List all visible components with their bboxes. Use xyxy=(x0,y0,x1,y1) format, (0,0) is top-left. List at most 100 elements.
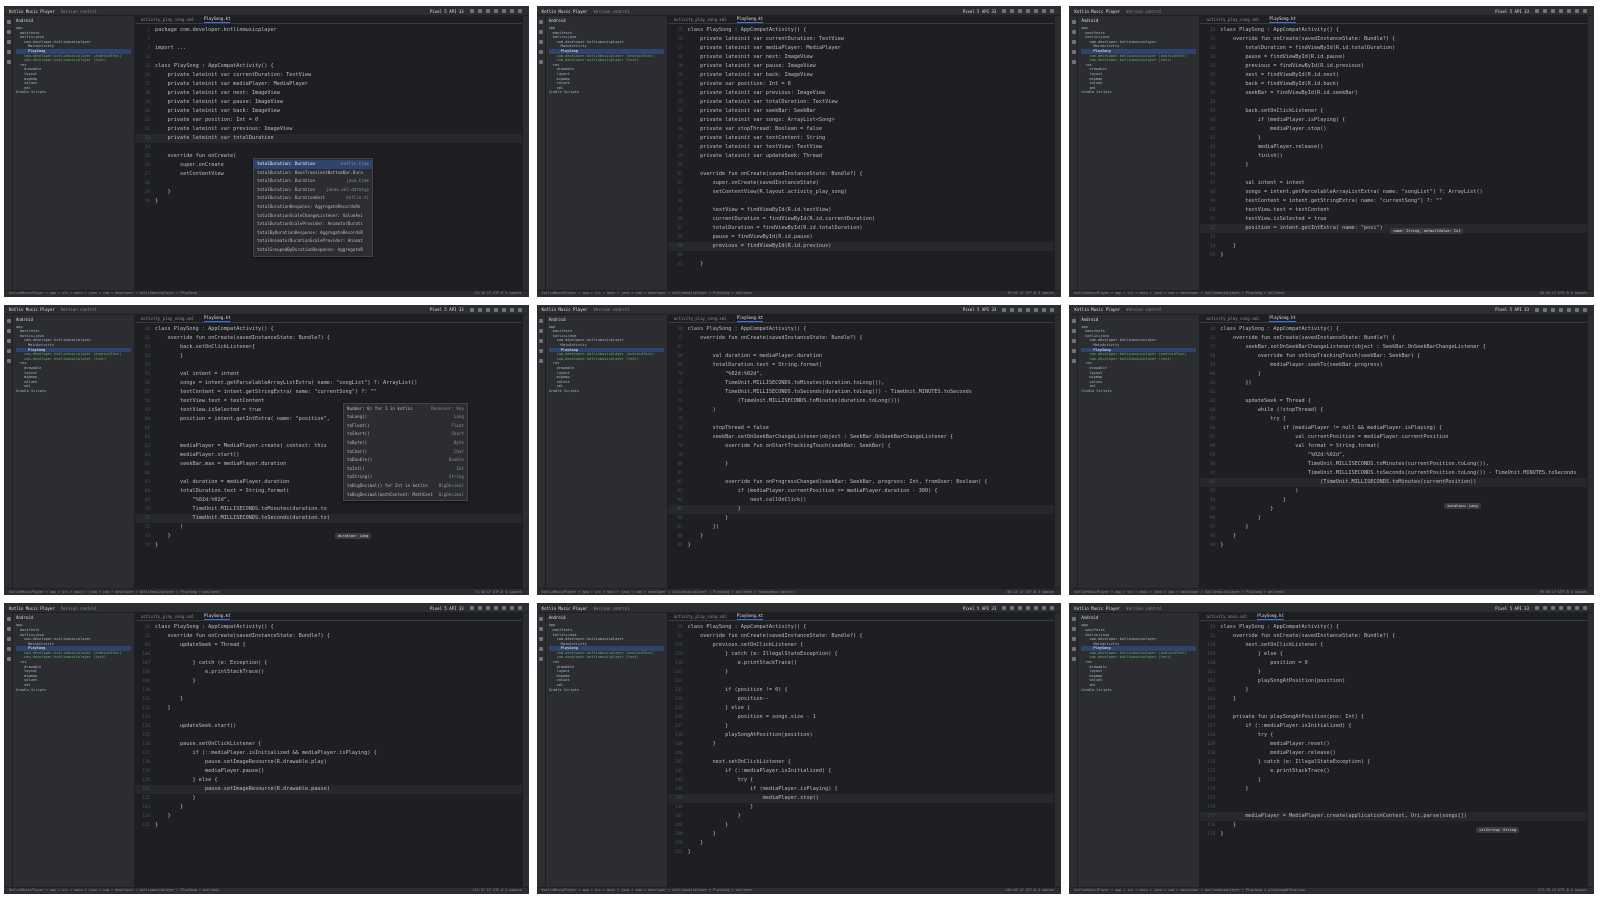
project-panel-title[interactable]: Android xyxy=(16,18,131,23)
breadcrumb[interactable]: KotlinMusicPlayer > app > src > main > j… xyxy=(1074,291,1284,295)
run-configuration[interactable]: Pixel 5 API 33 xyxy=(963,307,997,312)
structure-icon[interactable] xyxy=(1071,338,1076,343)
project-panel-title[interactable]: Android xyxy=(1081,615,1196,620)
project-name[interactable]: Kotlin Music Player xyxy=(542,307,588,312)
code-area[interactable]: 30 class PlaySong : AppCompatActivity() {… xyxy=(667,325,1055,589)
completion-item[interactable]: toDouble() Double xyxy=(344,456,467,465)
code-editor[interactable]: activity_play_song.xml PlaySong.kt 30 class… xyxy=(135,314,522,589)
debug-icon[interactable] xyxy=(1010,9,1015,13)
stop-icon[interactable] xyxy=(485,307,490,312)
run-icon[interactable] xyxy=(1002,9,1007,13)
project-panel-title[interactable]: Android xyxy=(16,317,131,322)
build-variants-icon[interactable] xyxy=(539,358,544,363)
tree-item[interactable]: Gradle Scripts xyxy=(16,389,131,394)
completion-item[interactable]: totalDurationResponse: AggregateRecordsR… xyxy=(254,203,372,212)
completion-popup[interactable]: totalDuration: Duration kotlin.time totalD… xyxy=(253,158,373,257)
search-icon[interactable] xyxy=(1042,307,1047,312)
settings-icon[interactable] xyxy=(517,9,522,13)
build-variants-icon[interactable] xyxy=(539,657,544,662)
settings-icon[interactable] xyxy=(1050,606,1055,611)
run-configuration[interactable]: Pixel 5 API 33 xyxy=(1495,307,1529,312)
project-icon[interactable] xyxy=(6,318,11,323)
sync-icon[interactable] xyxy=(493,606,498,611)
breadcrumb[interactable]: KotlinMusicPlayer > app > src > main > j… xyxy=(9,590,219,594)
commit-icon[interactable] xyxy=(6,627,11,632)
code-area[interactable]: 30 class PlaySong : AppCompatActivity() {… xyxy=(1200,325,1587,589)
settings-icon[interactable] xyxy=(1583,307,1587,312)
project-panel-title[interactable]: Android xyxy=(16,615,131,620)
vcs-branch[interactable]: Version control xyxy=(61,9,97,14)
project-name[interactable]: Kotlin Music Player xyxy=(542,606,588,611)
editor-tab[interactable]: activity_play_song.xml xyxy=(141,614,194,620)
editor-tab[interactable]: activity_main.xml xyxy=(1206,614,1247,620)
breadcrumb[interactable]: KotlinMusicPlayer > app > src > main > j… xyxy=(542,590,795,594)
project-icon[interactable] xyxy=(6,617,11,622)
completion-item[interactable]: toShort() Short xyxy=(344,430,467,439)
debug-icon[interactable] xyxy=(477,606,482,611)
project-panel-title[interactable]: Android xyxy=(1081,317,1196,322)
project-name[interactable]: Kotlin Music Player xyxy=(1074,307,1120,312)
search-icon[interactable] xyxy=(509,307,514,312)
completion-item[interactable]: totalDuration: BaseTransientBottomBar.Du… xyxy=(254,169,372,178)
settings-icon[interactable] xyxy=(1583,9,1587,13)
commit-icon[interactable] xyxy=(539,627,544,632)
commit-icon[interactable] xyxy=(6,328,11,333)
debug-icon[interactable] xyxy=(1543,9,1547,13)
project-icon[interactable] xyxy=(539,318,544,323)
search-icon[interactable] xyxy=(1575,9,1579,13)
editor-tab[interactable]: PlaySong.kt xyxy=(203,315,231,322)
run-configuration[interactable]: Pixel 5 API 33 xyxy=(430,307,464,312)
completion-item[interactable]: totalDuration: Duration kotlin.time xyxy=(254,160,372,169)
project-icon[interactable] xyxy=(539,20,544,24)
caret-position[interactable]: 39:46 LF UTF-8 4 spaces xyxy=(1007,291,1054,295)
breadcrumb[interactable]: KotlinMusicPlayer > app > src > main > j… xyxy=(1074,590,1284,594)
structure-icon[interactable] xyxy=(539,637,544,642)
stop-icon[interactable] xyxy=(485,606,490,611)
run-configuration[interactable]: Pixel 5 API 33 xyxy=(963,9,997,14)
project-icon[interactable] xyxy=(539,617,544,622)
project-icon[interactable] xyxy=(1071,20,1076,24)
code-area[interactable]: 30 class PlaySong : AppCompatActivity() {… xyxy=(135,623,522,887)
tree-item[interactable]: Gradle Scripts xyxy=(1081,90,1196,95)
settings-icon[interactable] xyxy=(1050,9,1055,13)
editor-tab[interactable]: activity_play_song.xml xyxy=(674,17,727,23)
completion-item[interactable]: toByte() Byte xyxy=(344,439,467,448)
completion-item[interactable]: totalByDurationResponse: AggregateRecord… xyxy=(254,229,372,238)
bookmarks-icon[interactable] xyxy=(6,348,11,353)
sync-icon[interactable] xyxy=(1026,606,1031,611)
run-icon[interactable] xyxy=(1535,9,1539,13)
build-variants-icon[interactable] xyxy=(6,358,11,363)
caret-position[interactable]: 71:58 LF UTF-8 4 spaces xyxy=(475,590,522,594)
code-area[interactable]: 30 class PlaySong : AppCompatActivity() {… xyxy=(1200,26,1587,290)
tree-item[interactable]: Gradle Scripts xyxy=(1081,688,1196,693)
run-configuration[interactable]: Pixel 5 API 33 xyxy=(430,9,464,14)
commit-icon[interactable] xyxy=(1071,30,1076,34)
build-variants-icon[interactable] xyxy=(1071,60,1076,64)
run-icon[interactable] xyxy=(1002,307,1007,312)
code-editor[interactable]: activity_play_song.xml PlaySong.kt 15 class… xyxy=(667,16,1055,290)
run-configuration[interactable]: Pixel 5 API 33 xyxy=(1495,9,1529,14)
search-icon[interactable] xyxy=(509,606,514,611)
vcs-branch[interactable]: Version control xyxy=(1126,9,1162,14)
code-editor[interactable]: activity_play_song.xml PlaySong.kt 30 class… xyxy=(667,613,1055,887)
tree-item[interactable]: Gradle Scripts xyxy=(16,688,131,693)
run-icon[interactable] xyxy=(1535,606,1539,611)
build-variants-icon[interactable] xyxy=(6,657,11,662)
sync-icon[interactable] xyxy=(1559,606,1563,611)
structure-icon[interactable] xyxy=(6,338,11,343)
commit-icon[interactable] xyxy=(1071,627,1076,632)
completion-item[interactable]: totalDuration: Duration java.time xyxy=(254,177,372,186)
sync-icon[interactable] xyxy=(493,9,498,13)
project-panel-title[interactable]: Android xyxy=(1081,18,1196,23)
sync-icon[interactable] xyxy=(1026,9,1031,13)
commit-icon[interactable] xyxy=(539,30,544,34)
build-variants-icon[interactable] xyxy=(1071,657,1076,662)
structure-icon[interactable] xyxy=(1071,40,1076,44)
code-editor[interactable]: activity_play_song.xml PlaySong.kt 30 class… xyxy=(135,613,522,887)
device-icon[interactable] xyxy=(1034,307,1039,312)
tree-item[interactable]: Gradle Scripts xyxy=(16,90,131,95)
project-panel-title[interactable]: Android xyxy=(549,317,664,322)
completion-item[interactable]: toLong() Long xyxy=(344,413,467,422)
vcs-branch[interactable]: Version control xyxy=(593,307,629,312)
project-icon[interactable] xyxy=(6,20,11,24)
